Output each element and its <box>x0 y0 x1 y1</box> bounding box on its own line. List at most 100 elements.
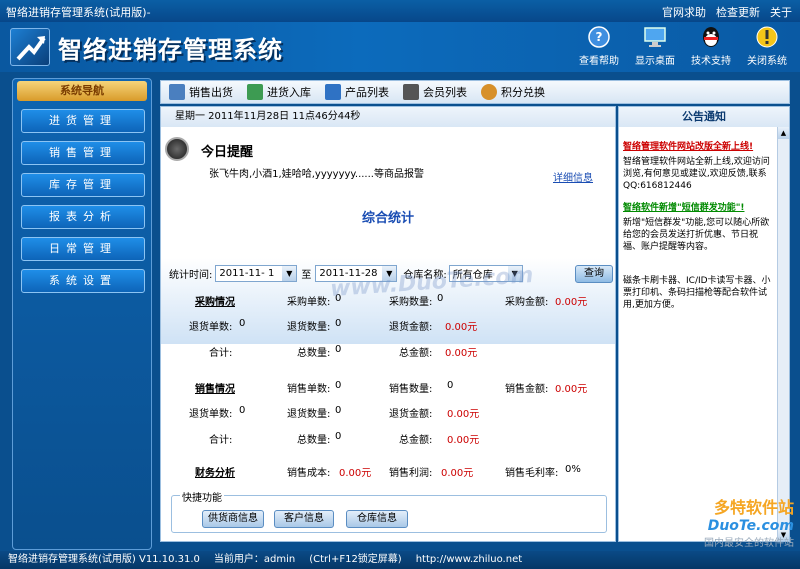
corner-watermark-c: 国内最安全的软件站 <box>704 538 794 549</box>
stock-in-label: 进货入库 <box>267 86 311 99</box>
svg-text:?: ? <box>596 30 603 44</box>
sales-cost-label: 销售成本: <box>287 468 331 479</box>
purchase-return-amount-label: 退货金额: <box>389 322 433 333</box>
sales-row-3: 合计: 总数量: 0 总金额: 0.00元 <box>161 431 615 446</box>
notice-panel: 公告通知 智络管理软件网站改版全新上线! 智络管理软件网站全新上线,欢迎访问浏览… <box>618 106 790 542</box>
close-system-button[interactable]: 关闭系统 <box>742 24 792 67</box>
notice-title: 公告通知 <box>619 107 789 127</box>
show-desktop-label: 显示桌面 <box>635 56 675 67</box>
purchase-return-count-value: 0 <box>239 318 246 329</box>
notice-scrollbar[interactable]: ▲ ▼ <box>777 127 789 541</box>
reminder-area: 今日提醒 张飞牛肉,小酒1,娃哈哈,yyyyyyy......等商品报警 详细信… <box>161 129 615 344</box>
sales-out-button[interactable]: 销售出货 <box>169 84 233 100</box>
to-label: 至 <box>301 270 312 281</box>
sidebar-item-reports[interactable]: 报表分析 <box>21 205 145 229</box>
notice-headline[interactable]: 智络管理软件网站改版全新上线! <box>623 141 775 153</box>
stat-title: 综合统计 <box>361 211 414 226</box>
sidebar: 系统导航 进货管理 销售管理 库存管理 报表分析 日常管理 系统设置 <box>12 78 152 550</box>
sales-count-value: 0 <box>335 380 342 391</box>
status-url[interactable]: http://www.zhiluo.net <box>416 551 522 569</box>
purchase-total-amount-label: 总金额: <box>399 348 433 359</box>
member-list-icon <box>403 84 419 100</box>
sales-total-amount-value: 0.00元 <box>447 435 480 446</box>
corner-watermark: 多特软件站 DuoTe.com 国内最安全的软件站 <box>704 494 794 549</box>
status-bar: 智络进销存管理系统(试用版) V11.10.31.0 当前用户：admin (C… <box>0 551 800 569</box>
sales-total-label: 合计: <box>209 435 233 446</box>
sales-total-qty-value: 0 <box>335 431 342 442</box>
notice-headline-2[interactable]: 智络软件新增"短信群发功能"! <box>623 202 775 214</box>
help-icon: ? <box>586 24 612 50</box>
sidebar-item-inventory[interactable]: 库存管理 <box>21 173 145 197</box>
purchase-total-label: 合计: <box>209 348 233 359</box>
sales-title: 销售情况 <box>195 384 235 395</box>
from-date-select[interactable]: 2011-11- 1 ▼ <box>215 265 298 282</box>
purchase-return-amount-value: 0.00元 <box>445 322 478 333</box>
warehouse-info-button[interactable]: 仓库信息 <box>346 510 408 528</box>
check-update-link[interactable]: 检查更新 <box>716 4 760 20</box>
member-list-button[interactable]: 会员列表 <box>403 84 467 100</box>
tech-support-button[interactable]: 技术支持 <box>686 24 736 67</box>
purchase-row-3: 合计: 总数量: 0 总金额: 0.00元 <box>161 344 615 359</box>
app-header: 智络进销存管理系统 ? 查看帮助 显示桌面 技术支持 关闭系统 <box>0 22 800 72</box>
product-list-icon <box>325 84 341 100</box>
logo-icon <box>10 28 50 66</box>
sales-out-icon <box>169 84 185 100</box>
notice-paragraph-2: 新增"短信群发"功能,您可以随心所欲给您的会员发送打折优惠、节日祝福、账户提醒等… <box>623 218 770 252</box>
sales-return-count-value: 0 <box>239 405 246 416</box>
warning-icon <box>754 24 780 50</box>
purchase-row-2: 退货单数: 0 退货数量: 0 退货金额: 0.00元 <box>161 318 615 333</box>
main-panel: 星期一 2011年11月28日 11点46分44秒 今日提醒 张飞牛肉,小酒1,… <box>160 106 616 542</box>
points-exchange-button[interactable]: 积分兑换 <box>481 84 545 100</box>
stock-in-button[interactable]: 进货入库 <box>247 84 311 100</box>
title-bar: 智络进销存管理系统(试用版)- 官网求助 检查更新 关于 <box>0 0 800 22</box>
notice-body: 智络管理软件网站改版全新上线! 智络管理软件网站全新上线,欢迎访问浏览,有何意见… <box>623 141 775 321</box>
sidebar-item-purchase[interactable]: 进货管理 <box>21 109 145 133</box>
sidebar-item-settings[interactable]: 系统设置 <box>21 269 145 293</box>
purchase-total-qty-label: 总数量: <box>297 348 331 359</box>
sales-cost-value: 0.00元 <box>339 468 372 479</box>
quick-functions: 快捷功能 供货商信息 客户信息 仓库信息 <box>171 489 607 533</box>
product-list-label: 产品列表 <box>345 86 389 99</box>
sales-return-count-label: 退货单数: <box>189 409 233 420</box>
qq-icon <box>698 24 724 50</box>
customer-info-button[interactable]: 客户信息 <box>274 510 334 528</box>
sales-return-amount-value: 0.00元 <box>447 409 480 420</box>
time-label: 统计时间: <box>169 270 213 281</box>
sidebar-item-sales[interactable]: 销售管理 <box>21 141 145 165</box>
sales-count-label: 销售单数: <box>287 384 331 395</box>
sales-return-qty-label: 退货数量: <box>287 409 331 420</box>
notice-paragraph-3: 磁条卡刷卡器、IC/ID卡读写卡器、小票打印机、条码扫描枪等配合软件试用,更加方… <box>623 276 771 310</box>
sales-amount-label: 销售金额: <box>505 384 549 395</box>
product-list-button[interactable]: 产品列表 <box>325 84 389 100</box>
purchase-total-qty-value: 0 <box>335 344 342 355</box>
purchase-amount-label: 采购金额: <box>505 297 549 308</box>
sales-qty-label: 销售数量: <box>389 384 433 395</box>
corner-watermark-a: 多特软件站 <box>713 498 794 517</box>
status-user: 当前用户：admin <box>213 554 296 565</box>
tech-support-label: 技术支持 <box>691 56 731 67</box>
sales-profit-label: 销售利润: <box>389 468 433 479</box>
view-help-button[interactable]: ? 查看帮助 <box>574 24 624 67</box>
query-button[interactable]: 查询 <box>575 265 613 283</box>
points-icon <box>481 84 497 100</box>
gross-margin-label: 销售毛利率: <box>505 468 559 479</box>
stock-in-icon <box>247 84 263 100</box>
scroll-up-icon[interactable]: ▲ <box>778 127 789 139</box>
points-exchange-label: 积分兑换 <box>501 86 545 99</box>
about-link[interactable]: 关于 <box>770 4 792 20</box>
window-title: 智络进销存管理系统(试用版)- <box>6 6 151 19</box>
show-desktop-button[interactable]: 显示桌面 <box>630 24 680 67</box>
close-system-label: 关闭系统 <box>747 56 787 67</box>
help-online-link[interactable]: 官网求助 <box>662 4 706 20</box>
toolbar: 销售出货 进货入库 产品列表 会员列表 积分兑换 <box>160 80 790 104</box>
sidebar-item-daily[interactable]: 日常管理 <box>21 237 145 261</box>
detail-info-link[interactable]: 详细信息 <box>553 169 593 184</box>
purchase-count-label: 采购单数: <box>287 297 331 308</box>
purchase-return-qty-label: 退货数量: <box>287 322 331 333</box>
sales-qty-value: 0 <box>447 380 454 391</box>
reminder-text: 张飞牛肉,小酒1,娃哈哈,yyyyyyy......等商品报警 <box>209 169 424 180</box>
sales-total-qty-label: 总数量: <box>297 435 331 446</box>
supplier-info-button[interactable]: 供货商信息 <box>202 510 264 528</box>
desktop-icon <box>642 24 668 50</box>
finance-row: 财务分析 销售成本: 0.00元 销售利润: 0.00元 销售毛利率: 0% <box>161 464 615 479</box>
